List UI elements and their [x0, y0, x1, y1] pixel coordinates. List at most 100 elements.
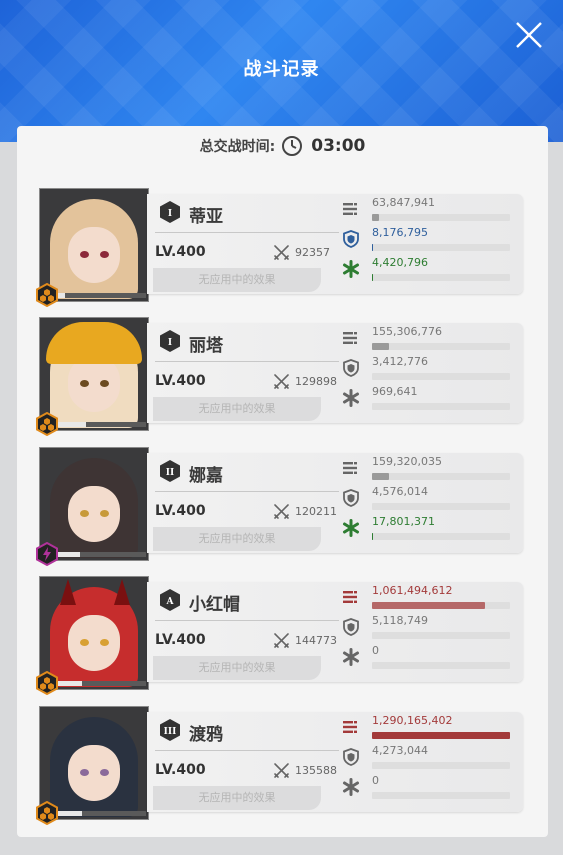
active-effects-status: 无应用中的效果 — [153, 268, 321, 292]
rank-label: A — [166, 597, 175, 607]
hex-lightning-icon — [36, 542, 58, 566]
close-icon[interactable] — [514, 20, 544, 50]
crossed-swords-icon — [274, 374, 289, 389]
heal-icon — [342, 389, 360, 407]
character-info: I 丽塔 LV.400 129898 无应用中的效果 155,306,776 3,412,7… — [147, 323, 523, 423]
heal-icon — [342, 519, 360, 537]
damage-bar-fill — [372, 473, 389, 480]
heal-stat: 0 — [342, 644, 512, 674]
portrait-horn — [60, 579, 76, 605]
character-level: LV.400 — [155, 503, 206, 519]
portrait-eye — [80, 639, 89, 646]
heal-stat: 17,801,371 — [342, 515, 512, 545]
damage-icon — [342, 588, 360, 606]
shield-stat: 3,412,776 — [342, 355, 512, 385]
heal-bar-track — [372, 792, 510, 799]
shield-icon — [342, 618, 360, 636]
battle-time-bar: 总交战时间: 03:00 — [17, 135, 548, 157]
character-level: LV.400 — [155, 632, 206, 648]
crossed-swords-icon — [274, 504, 289, 519]
damage-icon — [342, 200, 360, 218]
hex-burst-icon — [36, 671, 58, 695]
portrait-eye — [80, 251, 89, 258]
damage-icon — [342, 718, 360, 736]
damage-bar-fill — [372, 343, 389, 350]
heal-icon — [342, 778, 360, 796]
hp-bar — [54, 811, 146, 816]
shield-stat: 8,176,795 — [342, 226, 512, 256]
damage-bar-track — [372, 732, 510, 739]
heal-value: 17,801,371 — [372, 515, 435, 528]
shield-bar-fill — [372, 244, 374, 251]
crossed-swords-icon — [274, 245, 289, 260]
shield-value: 8,176,795 — [372, 226, 428, 239]
hex-burst-icon — [36, 412, 58, 436]
shield-value: 4,273,044 — [372, 744, 428, 757]
combat-power-value: 120211 — [295, 505, 337, 518]
divider — [155, 361, 339, 362]
combat-power-value: 144773 — [295, 634, 337, 647]
portrait-face — [68, 615, 120, 671]
hp-bar — [54, 552, 146, 557]
heal-bar-track — [372, 274, 510, 281]
rank-badge-icon: I — [160, 201, 180, 223]
heal-icon — [342, 260, 360, 278]
rank-label: II — [166, 468, 174, 478]
hex-burst-icon — [36, 801, 58, 825]
heal-value: 0 — [372, 774, 379, 787]
character-card[interactable]: II 娜嘉 LV.400 120211 无应用中的效果 159,320,035 4,576,… — [36, 447, 523, 566]
character-name: 娜嘉 — [189, 466, 223, 486]
rank-label: I — [168, 338, 172, 348]
shield-value: 4,576,014 — [372, 485, 428, 498]
heal-value: 0 — [372, 644, 379, 657]
damage-value: 1,290,165,402 — [372, 714, 453, 727]
hp-bar — [54, 293, 146, 298]
portrait-eye — [100, 639, 109, 646]
damage-bar-track — [372, 214, 510, 221]
rank-label: III — [164, 727, 177, 737]
character-level: LV.400 — [155, 244, 206, 260]
damage-value: 155,306,776 — [372, 325, 442, 338]
combat-power-value: 92357 — [295, 246, 330, 259]
character-info: III 渡鸦 LV.400 135588 无应用中的效果 1,290,165,402 4,2… — [147, 712, 523, 812]
divider — [155, 620, 339, 621]
damage-bar-fill — [372, 602, 486, 609]
damage-stat: 159,320,035 — [342, 455, 512, 485]
rank-badge-icon: III — [160, 719, 180, 741]
shield-stat: 5,118,749 — [342, 614, 512, 644]
damage-value: 63,847,941 — [372, 196, 435, 209]
character-card[interactable]: I 丽塔 LV.400 129898 无应用中的效果 155,306,776 3,412,7… — [36, 317, 523, 436]
heal-bar-track — [372, 403, 510, 410]
damage-bar-track — [372, 343, 510, 350]
shield-icon — [342, 230, 360, 248]
character-name: 蒂亚 — [189, 207, 223, 227]
shield-icon — [342, 748, 360, 766]
character-info: I 蒂亚 LV.400 92357 无应用中的效果 63,847,941 8,176,795… — [147, 194, 523, 294]
hp-bar — [54, 681, 146, 686]
divider — [155, 750, 339, 751]
portrait-eye — [100, 510, 109, 517]
crossed-swords-icon — [274, 633, 289, 648]
damage-bar-fill — [372, 732, 510, 739]
character-card[interactable]: III 渡鸦 LV.400 135588 无应用中的效果 1,290,165,402 4,2… — [36, 706, 523, 825]
character-card[interactable]: A 小红帽 LV.400 144773 无应用中的效果 1,061,494,612 5,11… — [36, 576, 523, 695]
character-name: 小红帽 — [189, 595, 240, 615]
portrait-eye — [80, 510, 89, 517]
character-level: LV.400 — [155, 373, 206, 389]
damage-bar-track — [372, 473, 510, 480]
character-info: A 小红帽 LV.400 144773 无应用中的效果 1,061,494,612 5,11… — [147, 582, 523, 682]
heal-icon — [342, 648, 360, 666]
damage-icon — [342, 329, 360, 347]
hex-burst-icon — [36, 283, 58, 307]
crossed-swords-icon — [274, 763, 289, 778]
character-level: LV.400 — [155, 762, 206, 778]
character-name: 丽塔 — [189, 336, 223, 356]
heal-stat: 969,641 — [342, 385, 512, 415]
battle-record-panel: 总交战时间: 03:00 I 蒂亚 LV.400 92357 无应用中的效果 63,847… — [17, 126, 548, 837]
shield-bar-track — [372, 632, 510, 639]
heal-bar-track — [372, 533, 510, 540]
heal-bar-fill — [372, 533, 374, 540]
character-card[interactable]: I 蒂亚 LV.400 92357 无应用中的效果 63,847,941 8,176,795… — [36, 188, 523, 307]
damage-value: 1,061,494,612 — [372, 584, 453, 597]
damage-value: 159,320,035 — [372, 455, 442, 468]
